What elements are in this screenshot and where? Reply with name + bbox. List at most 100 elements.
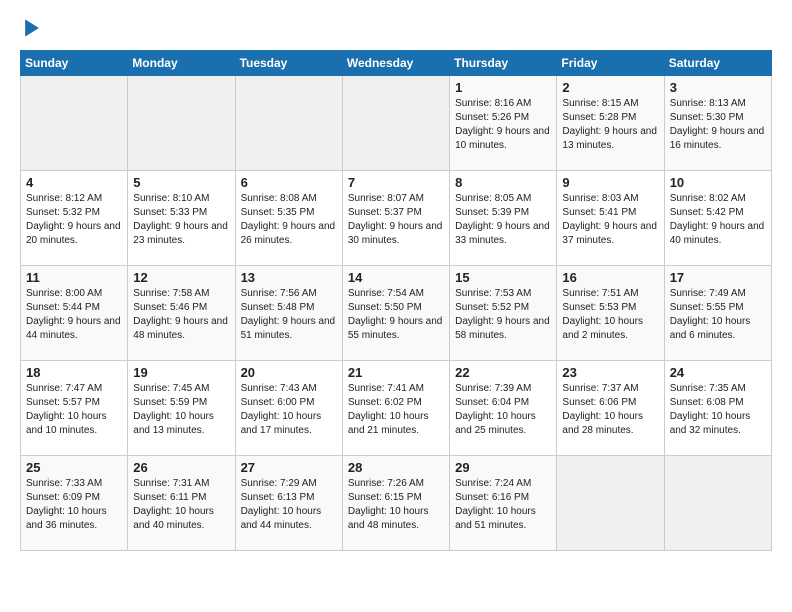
calendar-day: 20 Sunrise: 7:43 AMSunset: 6:00 PMDaylig…: [235, 361, 342, 456]
day-info: Sunrise: 7:33 AMSunset: 6:09 PMDaylight:…: [26, 478, 107, 531]
calendar-day: 16 Sunrise: 7:51 AMSunset: 5:53 PMDaylig…: [557, 266, 664, 361]
day-number: 19: [133, 365, 229, 380]
day-info: Sunrise: 7:43 AMSunset: 6:00 PMDaylight:…: [241, 383, 322, 436]
day-number: 7: [348, 175, 444, 190]
day-info: Sunrise: 8:15 AMSunset: 5:28 PMDaylight:…: [562, 98, 657, 151]
day-info: Sunrise: 7:56 AMSunset: 5:48 PMDaylight:…: [241, 288, 336, 341]
day-info: Sunrise: 8:05 AMSunset: 5:39 PMDaylight:…: [455, 193, 550, 246]
calendar-header: SundayMondayTuesdayWednesdayThursdayFrid…: [21, 51, 772, 76]
calendar-day: 21 Sunrise: 7:41 AMSunset: 6:02 PMDaylig…: [342, 361, 449, 456]
day-number: 2: [562, 80, 658, 95]
day-info: Sunrise: 8:03 AMSunset: 5:41 PMDaylight:…: [562, 193, 657, 246]
day-number: 26: [133, 460, 229, 475]
calendar-day: 27 Sunrise: 7:29 AMSunset: 6:13 PMDaylig…: [235, 456, 342, 551]
calendar-day: [235, 76, 342, 171]
day-number: 21: [348, 365, 444, 380]
calendar-day: [557, 456, 664, 551]
day-number: 1: [455, 80, 551, 95]
calendar-day: [128, 76, 235, 171]
day-info: Sunrise: 8:10 AMSunset: 5:33 PMDaylight:…: [133, 193, 228, 246]
day-info: Sunrise: 7:26 AMSunset: 6:15 PMDaylight:…: [348, 478, 429, 531]
day-number: 22: [455, 365, 551, 380]
header-day-saturday: Saturday: [664, 51, 771, 76]
calendar-day: 19 Sunrise: 7:45 AMSunset: 5:59 PMDaylig…: [128, 361, 235, 456]
day-info: Sunrise: 7:24 AMSunset: 6:16 PMDaylight:…: [455, 478, 536, 531]
day-number: 5: [133, 175, 229, 190]
calendar-day: 29 Sunrise: 7:24 AMSunset: 6:16 PMDaylig…: [450, 456, 557, 551]
calendar-day: [342, 76, 449, 171]
header-day-thursday: Thursday: [450, 51, 557, 76]
day-info: Sunrise: 8:02 AMSunset: 5:42 PMDaylight:…: [670, 193, 765, 246]
day-info: Sunrise: 7:45 AMSunset: 5:59 PMDaylight:…: [133, 383, 214, 436]
calendar-body: 1 Sunrise: 8:16 AMSunset: 5:26 PMDayligh…: [21, 76, 772, 551]
day-info: Sunrise: 8:13 AMSunset: 5:30 PMDaylight:…: [670, 98, 765, 151]
day-info: Sunrise: 7:39 AMSunset: 6:04 PMDaylight:…: [455, 383, 536, 436]
calendar-day: 1 Sunrise: 8:16 AMSunset: 5:26 PMDayligh…: [450, 76, 557, 171]
calendar-day: 28 Sunrise: 7:26 AMSunset: 6:15 PMDaylig…: [342, 456, 449, 551]
day-number: 28: [348, 460, 444, 475]
day-info: Sunrise: 7:29 AMSunset: 6:13 PMDaylight:…: [241, 478, 322, 531]
day-number: 9: [562, 175, 658, 190]
calendar-week-2: 4 Sunrise: 8:12 AMSunset: 5:32 PMDayligh…: [21, 171, 772, 266]
calendar-day: 7 Sunrise: 8:07 AMSunset: 5:37 PMDayligh…: [342, 171, 449, 266]
calendar-day: 23 Sunrise: 7:37 AMSunset: 6:06 PMDaylig…: [557, 361, 664, 456]
day-info: Sunrise: 7:51 AMSunset: 5:53 PMDaylight:…: [562, 288, 643, 341]
day-info: Sunrise: 7:53 AMSunset: 5:52 PMDaylight:…: [455, 288, 550, 341]
calendar-day: 5 Sunrise: 8:10 AMSunset: 5:33 PMDayligh…: [128, 171, 235, 266]
calendar-day: 25 Sunrise: 7:33 AMSunset: 6:09 PMDaylig…: [21, 456, 128, 551]
day-number: 15: [455, 270, 551, 285]
calendar-day: 22 Sunrise: 7:39 AMSunset: 6:04 PMDaylig…: [450, 361, 557, 456]
day-number: 4: [26, 175, 122, 190]
header-day-sunday: Sunday: [21, 51, 128, 76]
day-info: Sunrise: 8:00 AMSunset: 5:44 PMDaylight:…: [26, 288, 121, 341]
header-day-tuesday: Tuesday: [235, 51, 342, 76]
day-number: 16: [562, 270, 658, 285]
calendar-day: 6 Sunrise: 8:08 AMSunset: 5:35 PMDayligh…: [235, 171, 342, 266]
day-number: 17: [670, 270, 766, 285]
day-number: 11: [26, 270, 122, 285]
day-info: Sunrise: 8:07 AMSunset: 5:37 PMDaylight:…: [348, 193, 443, 246]
day-number: 8: [455, 175, 551, 190]
calendar-day: 13 Sunrise: 7:56 AMSunset: 5:48 PMDaylig…: [235, 266, 342, 361]
calendar-day: 8 Sunrise: 8:05 AMSunset: 5:39 PMDayligh…: [450, 171, 557, 266]
calendar-day: [664, 456, 771, 551]
calendar-day: 9 Sunrise: 8:03 AMSunset: 5:41 PMDayligh…: [557, 171, 664, 266]
day-info: Sunrise: 8:16 AMSunset: 5:26 PMDaylight:…: [455, 98, 550, 151]
day-info: Sunrise: 8:08 AMSunset: 5:35 PMDaylight:…: [241, 193, 336, 246]
day-number: 13: [241, 270, 337, 285]
day-info: Sunrise: 8:12 AMSunset: 5:32 PMDaylight:…: [26, 193, 121, 246]
calendar-day: [21, 76, 128, 171]
day-number: 6: [241, 175, 337, 190]
day-info: Sunrise: 7:54 AMSunset: 5:50 PMDaylight:…: [348, 288, 443, 341]
calendar-day: 15 Sunrise: 7:53 AMSunset: 5:52 PMDaylig…: [450, 266, 557, 361]
calendar-week-4: 18 Sunrise: 7:47 AMSunset: 5:57 PMDaylig…: [21, 361, 772, 456]
day-number: 25: [26, 460, 122, 475]
day-info: Sunrise: 7:31 AMSunset: 6:11 PMDaylight:…: [133, 478, 214, 531]
day-number: 24: [670, 365, 766, 380]
day-info: Sunrise: 7:58 AMSunset: 5:46 PMDaylight:…: [133, 288, 228, 341]
day-number: 23: [562, 365, 658, 380]
calendar-day: 2 Sunrise: 8:15 AMSunset: 5:28 PMDayligh…: [557, 76, 664, 171]
calendar-week-1: 1 Sunrise: 8:16 AMSunset: 5:26 PMDayligh…: [21, 76, 772, 171]
day-number: 27: [241, 460, 337, 475]
calendar-week-3: 11 Sunrise: 8:00 AMSunset: 5:44 PMDaylig…: [21, 266, 772, 361]
day-info: Sunrise: 7:35 AMSunset: 6:08 PMDaylight:…: [670, 383, 751, 436]
calendar-day: 11 Sunrise: 8:00 AMSunset: 5:44 PMDaylig…: [21, 266, 128, 361]
logo: [20, 16, 48, 40]
logo-icon: [20, 16, 44, 40]
day-number: 18: [26, 365, 122, 380]
day-number: 12: [133, 270, 229, 285]
calendar-day: 4 Sunrise: 8:12 AMSunset: 5:32 PMDayligh…: [21, 171, 128, 266]
day-info: Sunrise: 7:49 AMSunset: 5:55 PMDaylight:…: [670, 288, 751, 341]
day-number: 10: [670, 175, 766, 190]
calendar-day: 17 Sunrise: 7:49 AMSunset: 5:55 PMDaylig…: [664, 266, 771, 361]
calendar-day: 3 Sunrise: 8:13 AMSunset: 5:30 PMDayligh…: [664, 76, 771, 171]
calendar-day: 14 Sunrise: 7:54 AMSunset: 5:50 PMDaylig…: [342, 266, 449, 361]
header-day-monday: Monday: [128, 51, 235, 76]
calendar-table: SundayMondayTuesdayWednesdayThursdayFrid…: [20, 50, 772, 551]
day-number: 14: [348, 270, 444, 285]
calendar-week-5: 25 Sunrise: 7:33 AMSunset: 6:09 PMDaylig…: [21, 456, 772, 551]
day-info: Sunrise: 7:47 AMSunset: 5:57 PMDaylight:…: [26, 383, 107, 436]
header-day-friday: Friday: [557, 51, 664, 76]
calendar-day: 10 Sunrise: 8:02 AMSunset: 5:42 PMDaylig…: [664, 171, 771, 266]
